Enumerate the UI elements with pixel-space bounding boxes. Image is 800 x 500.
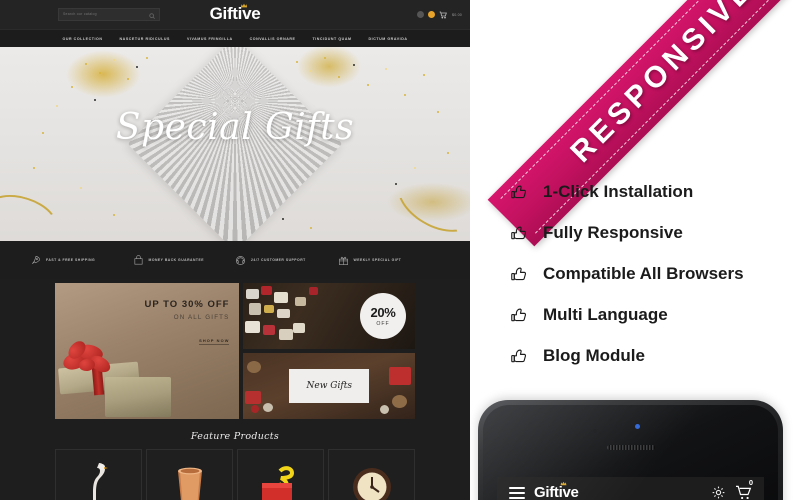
service-label: FAST & FREE SHIPPING — [46, 258, 96, 262]
service-label: 24/7 CUSTOMER SUPPORT — [251, 258, 306, 262]
responsive-ribbon-label: RESPONSIVE — [564, 0, 761, 169]
site-logo-text: Giftive — [209, 4, 261, 23]
promo-subline: ON ALL GIFTS — [173, 314, 230, 321]
mobile-site-logo[interactable]: Giftive — [534, 481, 579, 500]
feature-item-1-click-installation: 1-Click Installation — [510, 182, 744, 202]
crown-icon — [240, 3, 248, 8]
feature-label: Multi Language — [543, 305, 668, 324]
table-clock-image — [350, 465, 394, 500]
discount-number: 20% — [370, 304, 396, 320]
promo-main-copy: UP TO 30% OFF ON ALL GIFTS SHOP NOW — [145, 299, 230, 347]
mobile-phone-mockup: Giftive 0 — [478, 400, 783, 500]
hero-banner[interactable]: Special Gifts — [0, 47, 470, 241]
site-preview: Giftive $0.00 OUR COLLEC — [0, 0, 470, 500]
mobile-logo-text: Giftive — [534, 483, 579, 500]
promo-banner-grid: UP TO 30% OFF ON ALL GIFTS SHOP NOW 20% … — [0, 279, 470, 421]
feature-item-multi-language: Multi Language — [510, 305, 744, 325]
user-account-icon[interactable] — [417, 11, 424, 18]
feature-label: Fully Responsive — [543, 223, 683, 242]
service-money-back-guarantee: MONEY BACK GUARANTEE — [133, 254, 236, 266]
site-header: Giftive $0.00 — [0, 0, 470, 29]
earpiece-speaker — [606, 445, 655, 450]
product-card-table-clock[interactable] — [328, 449, 415, 500]
thumbs-up-icon — [510, 348, 527, 365]
phone-screen: Giftive 0 — [497, 477, 764, 500]
thumbs-up-icon — [510, 225, 527, 242]
main-navigation: OUR COLLECTION NASCETUR RIDICULUS VIVAMU… — [0, 29, 470, 47]
service-highlights-bar: FAST & FREE SHIPPING MONEY BACK GUARANTE… — [0, 241, 470, 279]
bag-icon — [133, 254, 144, 266]
header-actions: $0.00 — [417, 0, 462, 29]
thumbs-up-icon — [510, 184, 527, 201]
red-bow — [60, 337, 119, 383]
cart-icon[interactable] — [439, 11, 447, 19]
new-gifts-card: New Gifts — [289, 369, 370, 403]
feature-item-blog-module: Blog Module — [510, 346, 744, 366]
site-logo[interactable]: Giftive — [0, 3, 470, 24]
feature-list: 1-Click Installation Fully Responsive Co… — [510, 182, 744, 366]
feature-products-title: Feature Products — [190, 431, 280, 442]
template-preview-screenshot: Giftive $0.00 OUR COLLEC — [0, 0, 800, 500]
nav-item-convallis-ornare[interactable]: CONVALLIS ORNARE — [250, 37, 296, 41]
promo-headline: UP TO 30% OFF — [144, 299, 230, 310]
nav-item-nascetur-ridiculus[interactable]: NASCETUR RIDICULUS — [120, 37, 170, 41]
thumbs-up-icon — [510, 307, 527, 324]
promo-banner-new-gifts[interactable]: New Gifts — [243, 353, 415, 419]
feature-label: Blog Module — [543, 346, 645, 365]
hero-title: Special Gifts — [115, 107, 355, 148]
copper-cup-image — [172, 463, 208, 500]
feature-item-fully-responsive: Fully Responsive — [510, 223, 744, 243]
nav-item-our-collection[interactable]: OUR COLLECTION — [62, 37, 102, 41]
rocket-icon — [30, 255, 41, 266]
cart-count-badge: 0 — [748, 477, 753, 487]
service-weekly-special-gift: WEEKLY SPECIAL GIFT — [338, 255, 441, 266]
mobile-site-header: Giftive 0 — [497, 477, 764, 500]
discount-badge: 20% OFF — [360, 293, 406, 339]
bird-figurine-image — [82, 459, 116, 500]
product-card-red-gift-box[interactable] — [237, 449, 324, 500]
service-label: WEEKLY SPECIAL GIFT — [353, 258, 402, 262]
cart-total: $0.00 — [452, 12, 462, 17]
hamburger-menu-icon[interactable] — [509, 486, 525, 499]
shop-now-button[interactable]: SHOP NOW — [199, 338, 230, 345]
front-camera — [634, 424, 640, 429]
new-gifts-label: New Gifts — [306, 381, 352, 391]
product-card-bird-figurine[interactable] — [55, 449, 142, 500]
gear-icon[interactable] — [711, 485, 726, 500]
headphones-icon — [235, 255, 246, 266]
nav-item-vivamus-fringilla[interactable]: VIVAMUS FRINGILLA — [187, 37, 233, 41]
service-label: MONEY BACK GUARANTEE — [148, 258, 205, 262]
product-card-copper-cup[interactable] — [146, 449, 233, 500]
promo-banner-column: 20% OFF New Gifts — [243, 283, 415, 421]
gift-icon — [338, 255, 349, 266]
gift-box-photo — [58, 337, 171, 417]
wishlist-icon[interactable] — [428, 11, 435, 18]
crown-icon — [560, 481, 567, 486]
nav-item-tincidunt-quam[interactable]: TINCIDUNT QUAM — [312, 37, 351, 41]
service-customer-support: 24/7 CUSTOMER SUPPORT — [235, 255, 338, 266]
promo-banner-discount[interactable]: 20% OFF — [243, 283, 415, 349]
marketing-panel: RESPONSIVE 1-Click Installation Fully Re… — [470, 0, 800, 500]
feature-item-compatible-all-browsers: Compatible All Browsers — [510, 264, 744, 284]
service-fast-free-shipping: FAST & FREE SHIPPING — [30, 255, 133, 266]
promo-banner-main[interactable]: UP TO 30% OFF ON ALL GIFTS SHOP NOW — [55, 283, 240, 419]
cart-icon[interactable]: 0 — [735, 478, 753, 500]
red-gift-box-image — [258, 465, 304, 500]
proximity-sensor — [592, 429, 597, 433]
feature-products-row — [0, 449, 470, 500]
nav-item-dictum-gravida[interactable]: DICTUM GRAVIDA — [369, 37, 408, 41]
discount-suffix: OFF — [376, 320, 390, 327]
thumbs-up-icon — [510, 266, 527, 283]
feature-label: 1-Click Installation — [543, 182, 694, 201]
feature-label: Compatible All Browsers — [543, 264, 744, 283]
